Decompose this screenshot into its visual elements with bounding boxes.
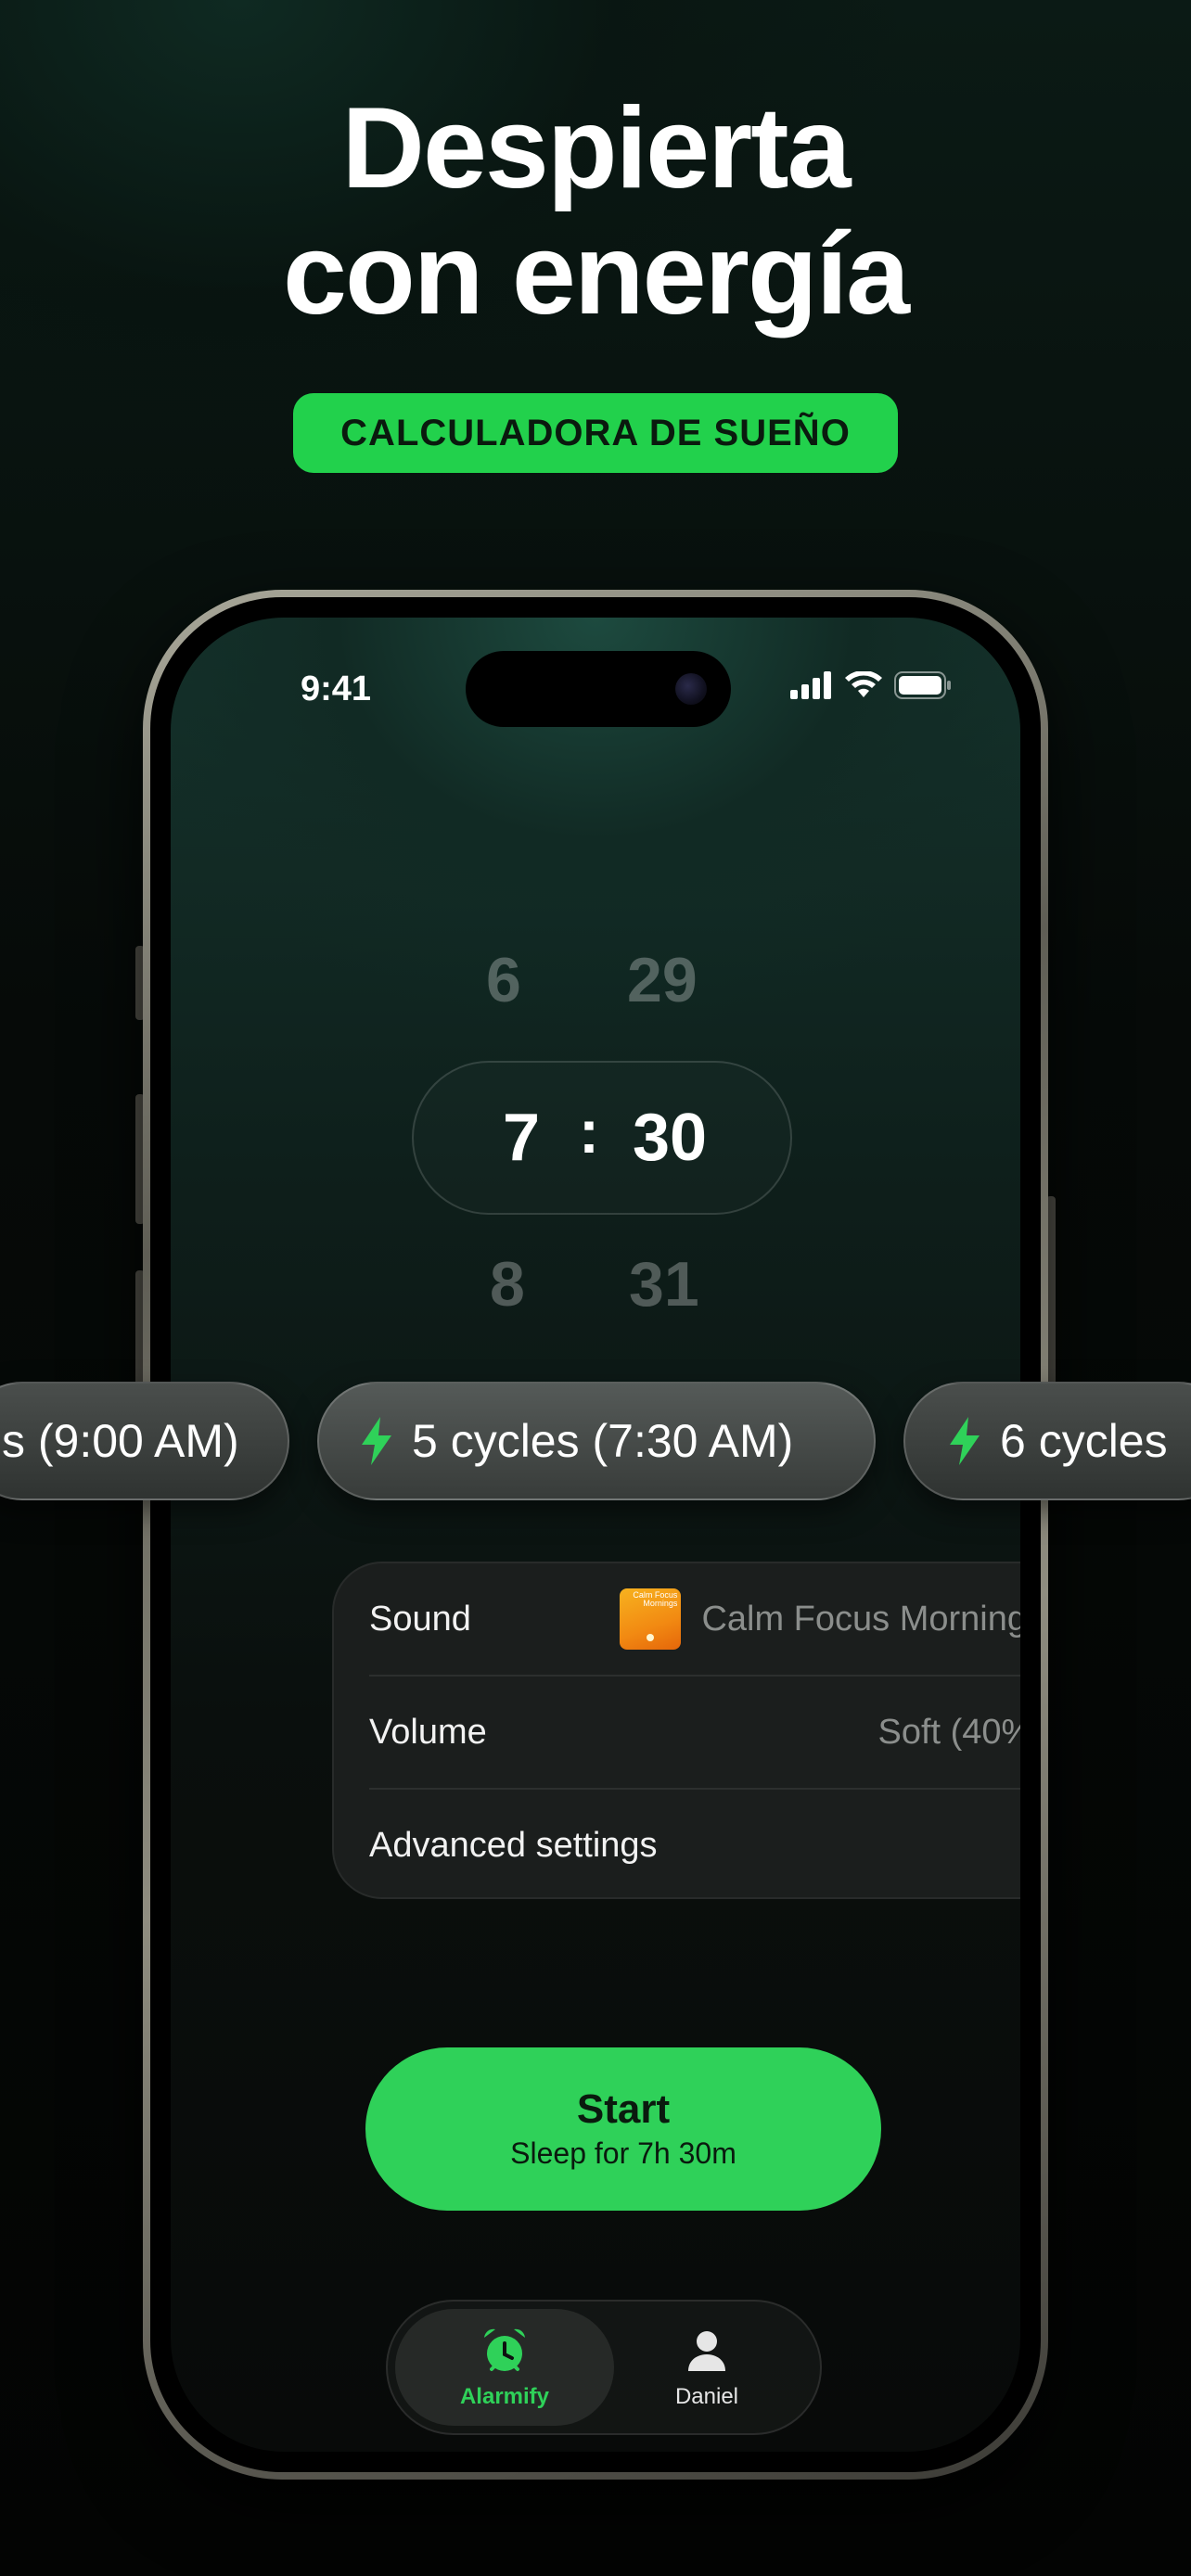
phone-frame: 9:41 6 29 7: 30 8 31 Sound Calm Focus M…: [143, 590, 1048, 2480]
picker-minute-selected[interactable]: 30: [633, 1100, 707, 1176]
camera-icon: [675, 673, 707, 705]
picker-hour-below[interactable]: 8: [490, 1248, 525, 1320]
tab-alarmify-label: Alarmify: [459, 2384, 550, 2409]
sun-icon: [647, 1634, 655, 1641]
advanced-settings-label: Advanced settings: [369, 1825, 658, 1865]
album-artwork-text: Calm Focus Mornings: [633, 1590, 678, 1608]
person-icon: [688, 2331, 725, 2371]
cycle-chip-selected[interactable]: 5 cycles (7:30 AM): [317, 1382, 876, 1500]
sound-value: Calm Focus Mornings: [701, 1599, 1020, 1639]
cycle-chip-next[interactable]: 6 cycles: [903, 1382, 1191, 1500]
sound-row[interactable]: Sound Calm Focus Mornings Calm Focus Mor…: [369, 1563, 1020, 1675]
bolt-icon: [362, 1417, 391, 1465]
battery-icon: [894, 671, 951, 699]
picker-minute-below[interactable]: 31: [629, 1248, 699, 1320]
phone-screen: 9:41 6 29 7: 30 8 31 Sound Calm Focus M…: [171, 618, 1020, 2452]
alarm-settings-card: Sound Calm Focus Mornings Calm Focus Mor…: [332, 1562, 1020, 1899]
volume-label: Volume: [369, 1712, 487, 1752]
wifi-icon: [845, 671, 882, 697]
status-icons: [790, 671, 952, 699]
cycle-chip-previous-label: s (9:00 AM): [2, 1415, 239, 1467]
tab-alarmify[interactable]: Alarmify: [395, 2309, 614, 2426]
advanced-settings-row[interactable]: Advanced settings: [369, 1790, 1020, 1901]
phone-bezel: 9:41 6 29 7: 30 8 31 Sound Calm Focus M…: [150, 597, 1041, 2472]
start-button-subtitle: Sleep for 7h 30m: [510, 2136, 736, 2170]
picker-minute-above[interactable]: 29: [627, 944, 698, 1016]
picker-separator: :: [579, 1097, 599, 1166]
cycle-chip-previous[interactable]: s (9:00 AM): [0, 1382, 289, 1500]
cellular-signal-icon: [790, 671, 831, 699]
volume-value: Soft (40%): [877, 1712, 1020, 1752]
headline: Despierta con energía: [0, 85, 1191, 338]
tab-bar: Alarmify Daniel: [386, 2300, 822, 2435]
headline-line-2: con energía: [283, 210, 910, 338]
volume-row[interactable]: Volume Soft (40%): [369, 1677, 1020, 1788]
app-store-screenshot: Despierta con energía CALCULADORA DE SUE…: [0, 0, 1191, 2576]
tab-daniel[interactable]: Daniel: [597, 2309, 816, 2426]
tab-daniel-label: Daniel: [674, 2384, 739, 2409]
picker-hour-above[interactable]: 6: [486, 944, 521, 1016]
cycle-chip-selected-label: 5 cycles (7:30 AM): [412, 1415, 794, 1467]
sound-label: Sound: [369, 1599, 471, 1639]
feature-badge: CALCULADORA DE SUEÑO: [293, 393, 898, 473]
dynamic-island: [466, 651, 731, 727]
cycle-chip-next-label: 6 cycles: [1000, 1415, 1168, 1467]
headline-line-1: Despierta: [341, 84, 851, 212]
bolt-icon: [950, 1417, 980, 1465]
alarm-clock-icon: [484, 2328, 525, 2371]
time-picker-selection[interactable]: [412, 1061, 792, 1215]
status-time: 9:41: [301, 670, 372, 708]
start-button[interactable]: Start Sleep for 7h 30m: [365, 2047, 881, 2211]
start-button-title: Start: [576, 2086, 671, 2132]
picker-hour-selected[interactable]: 7: [503, 1100, 540, 1176]
album-artwork: Calm Focus Mornings: [620, 1588, 682, 1650]
